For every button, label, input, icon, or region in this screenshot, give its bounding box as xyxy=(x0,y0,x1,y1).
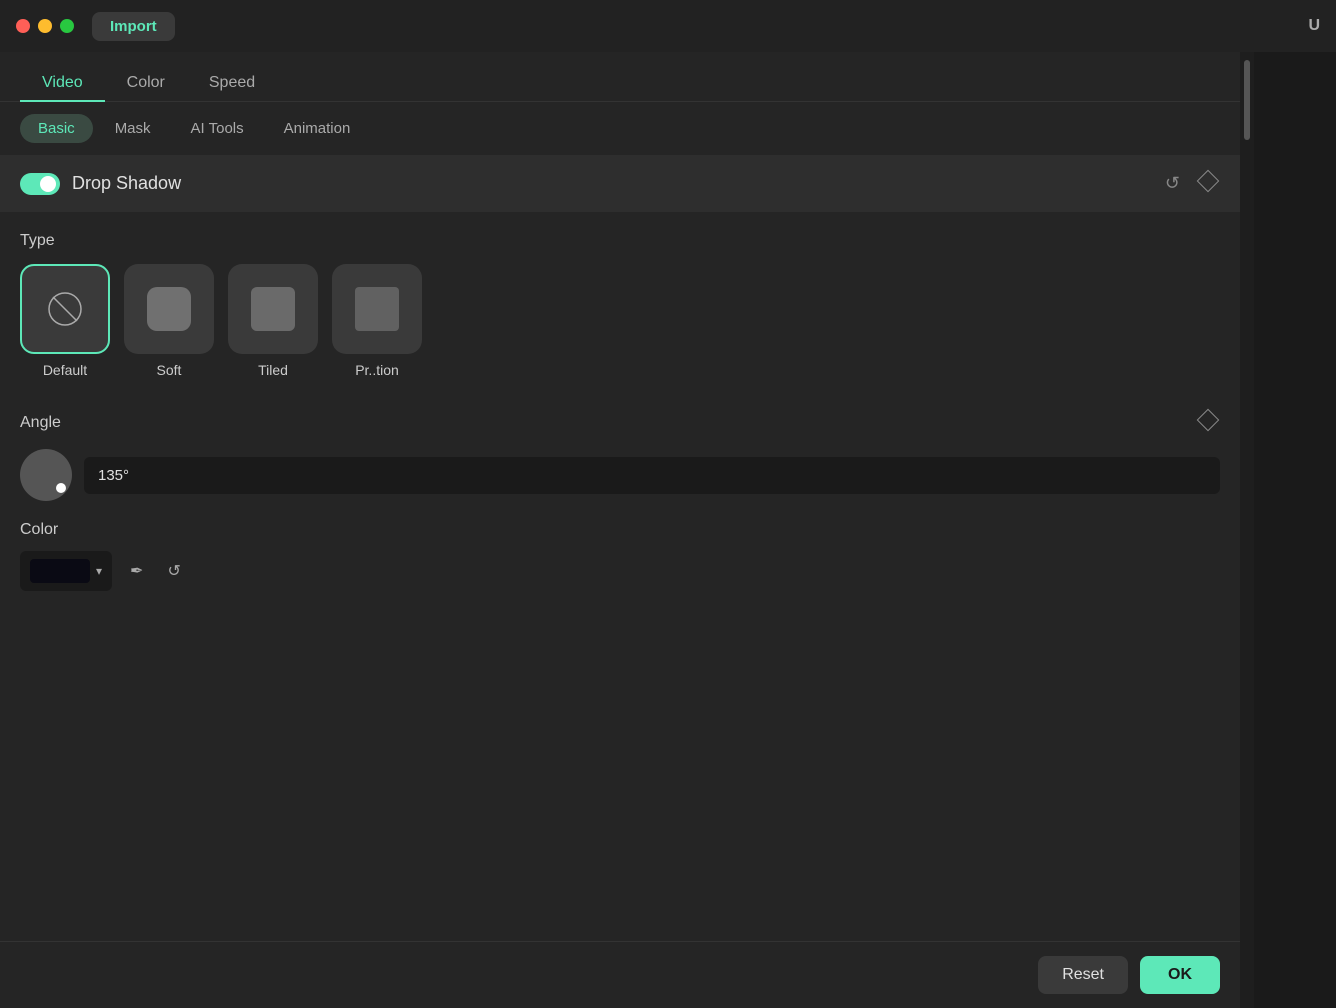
subtab-animation[interactable]: Animation xyxy=(266,114,369,143)
reset-color-icon: ↺ xyxy=(167,563,180,580)
type-icon-default xyxy=(20,264,110,354)
type-icon-projection xyxy=(332,264,422,354)
main-content: Video Color Speed Basic Mask AI Tools An… xyxy=(0,52,1336,1008)
reset-button[interactable]: Reset xyxy=(1038,956,1128,994)
type-option-soft[interactable]: Soft xyxy=(124,264,214,378)
color-label: Color xyxy=(20,521,1220,539)
angle-section: Angle 135° xyxy=(20,408,1220,501)
type-section: Type Default xyxy=(20,232,1220,378)
scrollbar-thumb[interactable] xyxy=(1244,60,1250,140)
content-area: Type Default xyxy=(0,212,1240,941)
chevron-down-icon: ▾ xyxy=(96,564,102,578)
bottom-bar: Reset OK xyxy=(0,941,1240,1008)
angle-diamond-button[interactable] xyxy=(1196,408,1220,437)
sub-tabs: Basic Mask AI Tools Animation xyxy=(0,102,1240,155)
type-options: Default Soft Tiled xyxy=(20,264,1220,378)
drop-shadow-label: Drop Shadow xyxy=(72,173,1149,194)
angle-input[interactable]: 135° xyxy=(84,457,1220,494)
angle-label: Angle xyxy=(20,414,61,432)
type-icon-tiled xyxy=(228,264,318,354)
type-name-projection: Pr..tion xyxy=(355,362,399,378)
type-option-default[interactable]: Default xyxy=(20,264,110,378)
panel: Video Color Speed Basic Mask AI Tools An… xyxy=(0,52,1240,1008)
tab-speed[interactable]: Speed xyxy=(187,66,277,102)
subtab-basic[interactable]: Basic xyxy=(20,114,93,143)
angle-header: Angle xyxy=(20,408,1220,437)
subtab-ai-tools[interactable]: AI Tools xyxy=(173,114,262,143)
color-swatch xyxy=(30,559,90,583)
subtab-mask[interactable]: Mask xyxy=(97,114,169,143)
tab-video[interactable]: Video xyxy=(20,66,105,102)
maximize-button[interactable] xyxy=(60,19,74,33)
type-name-default: Default xyxy=(43,362,87,378)
import-button[interactable]: Import xyxy=(92,12,175,41)
type-label: Type xyxy=(20,232,1220,250)
eyedropper-button[interactable]: ✒ xyxy=(124,557,149,585)
diamond-icon-button[interactable] xyxy=(1196,169,1220,198)
type-name-tiled: Tiled xyxy=(258,362,288,378)
angle-control: 135° xyxy=(20,449,1220,501)
color-swatch-button[interactable]: ▾ xyxy=(20,551,112,591)
default-icon-svg xyxy=(45,289,85,329)
top-tabs: Video Color Speed xyxy=(0,52,1240,102)
type-option-tiled[interactable]: Tiled xyxy=(228,264,318,378)
close-button[interactable] xyxy=(16,19,30,33)
reset-color-button[interactable]: ↺ xyxy=(161,557,186,585)
u-label: U xyxy=(1308,17,1320,35)
tiled-square-icon xyxy=(251,287,295,331)
angle-diamond-icon xyxy=(1197,409,1220,432)
diamond-icon xyxy=(1197,170,1220,193)
traffic-lights xyxy=(16,19,74,33)
reset-icon-button[interactable]: ↺ xyxy=(1161,169,1184,198)
type-icon-soft xyxy=(124,264,214,354)
color-controls: ▾ ✒ ↺ xyxy=(20,551,1220,591)
color-section: Color ▾ ✒ ↺ xyxy=(20,521,1220,591)
proj-square-icon xyxy=(355,287,399,331)
type-name-soft: Soft xyxy=(157,362,182,378)
titlebar: Import U xyxy=(0,0,1336,52)
angle-dot xyxy=(56,483,66,493)
undo-icon: ↺ xyxy=(1165,173,1180,193)
scrollbar-track xyxy=(1240,52,1254,1008)
angle-wheel[interactable] xyxy=(20,449,72,501)
drop-shadow-toggle[interactable] xyxy=(20,173,60,195)
ok-button[interactable]: OK xyxy=(1140,956,1220,994)
drop-shadow-row: Drop Shadow ↺ xyxy=(0,155,1240,212)
type-option-projection[interactable]: Pr..tion xyxy=(332,264,422,378)
soft-square-icon xyxy=(147,287,191,331)
minimize-button[interactable] xyxy=(38,19,52,33)
eyedropper-icon: ✒ xyxy=(130,563,143,580)
tab-color[interactable]: Color xyxy=(105,66,187,102)
